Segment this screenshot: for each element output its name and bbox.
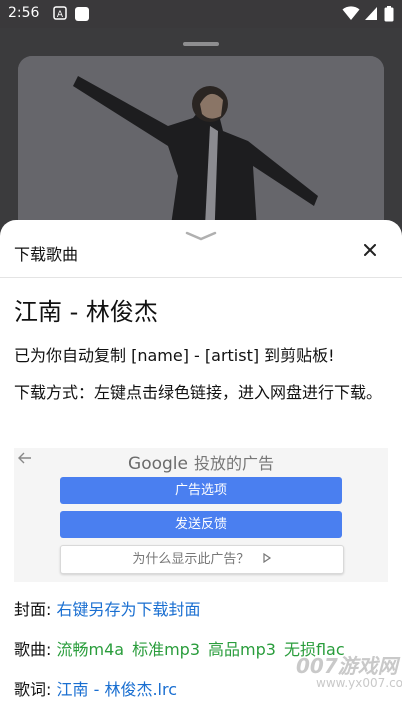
ad-choices-icon — [262, 552, 271, 564]
song-link-standard-mp3[interactable]: 标准mp3 — [132, 640, 200, 659]
ad-options-button[interactable]: 广告选项 — [60, 477, 342, 504]
cover-label: 封面: — [14, 600, 52, 619]
signal-icon — [364, 6, 378, 25]
lyrics-download-link[interactable]: 江南 - 林俊杰.lrc — [57, 680, 178, 699]
cover-row: 封面: 右键另存为下载封面 — [14, 596, 392, 623]
close-button[interactable] — [356, 236, 384, 264]
sheet-title: 下载歌曲 — [14, 245, 79, 264]
sheet-collapse-chevron-icon[interactable] — [184, 226, 218, 245]
song-link-m4a[interactable]: 流畅m4a — [57, 640, 125, 659]
cover-download-link[interactable]: 右键另存为下载封面 — [57, 600, 201, 619]
watermark-text: 007游戏网 — [296, 654, 398, 678]
notification-a-icon: A — [53, 6, 67, 24]
header-divider — [0, 277, 402, 278]
watermark-url: www.yx007.com — [316, 676, 402, 690]
notification-square-icon — [74, 6, 90, 26]
background-drag-handle[interactable] — [183, 42, 219, 46]
status-time: 2:56 — [8, 5, 40, 21]
download-method-text: 下载方式：左键点击绿色链接，进入网盘进行下载。 — [14, 383, 383, 402]
song-title: 江南 - 林俊杰 — [14, 298, 158, 326]
clipboard-notice: 已为你自动复制 [name] - [artist] 到剪贴板! — [14, 346, 335, 365]
album-cover-image — [18, 56, 384, 246]
song-link-high-mp3[interactable]: 高品mp3 — [208, 640, 276, 659]
status-bar: 2:56 A — [0, 0, 402, 28]
google-logo: Google — [128, 454, 188, 474]
close-icon — [364, 244, 376, 256]
send-feedback-button[interactable]: 发送反馈 — [60, 511, 342, 538]
svg-text:A: A — [57, 10, 64, 20]
wifi-icon — [342, 6, 360, 25]
ad-header-suffix: 投放的广告 — [193, 454, 274, 473]
google-ad-panel: Google 投放的广告 广告选项 发送反馈 为什么显示此广告？ — [14, 448, 388, 582]
song-label: 歌曲: — [14, 640, 52, 659]
lyrics-label: 歌词: — [14, 680, 52, 699]
why-this-ad-label: 为什么显示此广告？ — [132, 552, 250, 567]
battery-icon — [384, 6, 394, 26]
ad-header: Google 投放的广告 — [14, 450, 388, 474]
download-song-sheet: 下载歌曲 江南 - 林俊杰 已为你自动复制 [name] - [artist] … — [0, 220, 402, 716]
why-this-ad-button[interactable]: 为什么显示此广告？ — [60, 545, 344, 574]
